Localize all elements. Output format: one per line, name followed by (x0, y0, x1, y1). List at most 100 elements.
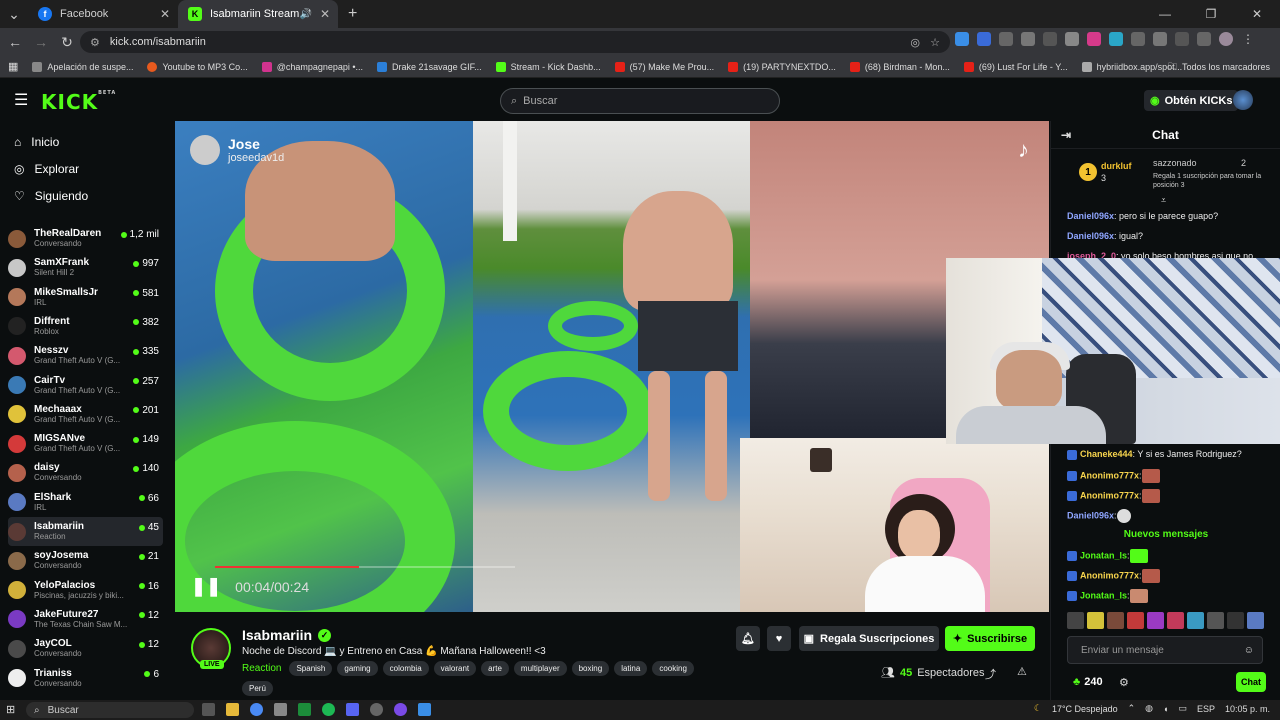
report-icon[interactable]: ⚠ (1017, 665, 1027, 678)
bookmark-item[interactable]: Drake 21savage GIF... (377, 61, 482, 72)
clock[interactable]: 10:05 p. m. (1225, 704, 1270, 714)
sidebar-channel[interactable]: TheRealDaren Conversando 1,2 mil (8, 224, 163, 253)
sidebar-channel[interactable]: SamXFrank Silent Hill 2 997 (8, 253, 163, 282)
close-tab-icon[interactable]: ✕ (160, 7, 170, 21)
reload-icon[interactable]: ↻ (54, 34, 80, 51)
tag-chip[interactable]: valorant (433, 661, 477, 676)
sidebar-channel[interactable]: MIGSANve Grand Theft Auto V (G... 149 (8, 429, 163, 458)
bookmark-item[interactable]: (69) Lust For Life - Y... (963, 61, 1068, 72)
close-tab-icon[interactable]: ✕ (320, 7, 330, 21)
download-icon[interactable] (1197, 32, 1211, 46)
emote-icon[interactable] (1147, 612, 1164, 629)
follow-button[interactable]: ♥ (767, 626, 791, 651)
extension-icon[interactable] (1087, 32, 1101, 46)
forward-icon[interactable]: → (28, 34, 54, 50)
bookmark-item[interactable]: (57) Make Me Prou... (614, 61, 714, 72)
tag-chip[interactable]: multiplayer (513, 661, 567, 676)
tag-chip[interactable]: boxing (571, 661, 610, 676)
tab-kick[interactable]: K Isabmariin Stream - Watch 🔊 ✕ (178, 0, 338, 28)
weather-text[interactable]: 17°C Despejado (1052, 704, 1118, 714)
share-icon[interactable]: ⤴ (985, 666, 996, 682)
bookmark-item[interactable]: (68) Birdman - Mon... (849, 61, 950, 72)
sidebar-channel[interactable]: Trianiss Conversando 6 (8, 664, 163, 693)
emote-icon[interactable] (1247, 612, 1264, 629)
app-icon[interactable] (418, 703, 431, 716)
emote-icon[interactable] (1087, 612, 1104, 629)
video-player[interactable]: Jose joseedav1d ♪ ❚❚ 00:04/00:24 (175, 121, 1049, 612)
tag-chip[interactable]: Spanish (289, 661, 333, 676)
battery-icon[interactable]: ▭ (1178, 703, 1187, 714)
minimize-icon[interactable]: — (1142, 0, 1188, 28)
bookmark-item[interactable]: @champagnepapi •... (261, 61, 363, 72)
extension-icon[interactable] (1131, 32, 1145, 46)
get-kicks-button[interactable]: ◉ Obtén KICKs (1144, 90, 1239, 111)
sidebar-channel[interactable]: Isabmariin Reaction 45 (8, 517, 163, 546)
chrome-icon[interactable] (250, 703, 263, 716)
app-icon[interactable] (274, 703, 287, 716)
close-window-icon[interactable]: ✕ (1234, 0, 1280, 28)
tag-chip[interactable]: colombia (382, 661, 429, 676)
search-input[interactable]: ⌕ Buscar (500, 88, 780, 114)
language-indicator[interactable]: ESP (1197, 704, 1215, 714)
sidebar-channel[interactable]: daisy Conversando 140 (8, 458, 163, 487)
tray-chevron-icon[interactable]: ⌃ (1128, 703, 1136, 714)
discord-icon[interactable] (346, 703, 359, 716)
collapse-chat-icon[interactable]: ⇥ (1061, 128, 1071, 142)
nav-following[interactable]: ♡ Siguiendo (0, 182, 170, 209)
extensions-puzzle-icon[interactable] (1153, 32, 1167, 46)
bookmark-item[interactable]: Stream - Kick Dashb... (495, 61, 601, 72)
hamburger-menu-icon[interactable]: ☰ (14, 90, 28, 110)
all-bookmarks-folder[interactable]: 🗀 Todos los marcadores (1168, 59, 1270, 75)
app-icon[interactable] (370, 703, 383, 716)
audio-icon[interactable]: 🔊 (300, 9, 312, 20)
notifications-button[interactable]: 🔔︎ (736, 626, 760, 651)
sidebar-channel[interactable]: Diffrent Roblox 382 (8, 312, 163, 341)
bookmark-item[interactable]: Apelación de suspe... (32, 61, 133, 72)
chat-message-input[interactable]: Enviar un mensaje ☺ (1067, 636, 1263, 664)
extension-icon[interactable] (1065, 32, 1079, 46)
emote-icon[interactable] (1127, 612, 1144, 629)
extension-icon[interactable] (955, 32, 969, 46)
app-icon[interactable] (394, 703, 407, 716)
emote-icon[interactable] (1067, 612, 1084, 629)
tag-chip[interactable]: Perú (242, 681, 273, 696)
file-explorer-icon[interactable] (226, 703, 239, 716)
extension-icon[interactable] (977, 32, 991, 46)
bookmark-item[interactable]: Youtube to MP3 Co... (147, 61, 248, 72)
emote-icon[interactable] (1207, 612, 1224, 629)
emote-icon[interactable] (1167, 612, 1184, 629)
user-avatar[interactable] (1233, 90, 1253, 110)
apps-grid-icon[interactable]: ▦ (8, 60, 18, 73)
send-chat-button[interactable]: Chat (1236, 672, 1266, 692)
extension-icon[interactable] (1021, 32, 1035, 46)
taskbar-search[interactable]: ⌕ Buscar (26, 702, 194, 718)
restore-icon[interactable]: ❐ (1188, 0, 1234, 28)
nav-explore[interactable]: ◎ Explorar (0, 155, 170, 182)
leader-user[interactable]: durkluf (1101, 161, 1132, 171)
sidebar-channel[interactable]: Nesszv Grand Theft Auto V (G... 335 (8, 341, 163, 370)
sidebar-channel[interactable]: ElShark IRL 66 (8, 488, 163, 517)
bookmark-item[interactable]: (19) PARTYNEXTDO... (728, 61, 836, 72)
emoji-icon[interactable]: ☺ (1244, 645, 1254, 656)
reading-list-icon[interactable] (1175, 32, 1189, 46)
sidebar-channel[interactable]: YeloPalacios Piscinas, jacuzzis y biki...… (8, 576, 163, 605)
emote-icon[interactable] (1227, 612, 1244, 629)
new-tab-button[interactable]: + (338, 5, 367, 23)
volume-icon[interactable]: ◖ (1163, 704, 1168, 714)
url-field[interactable]: ⚙ kick.com/isabmariin ◎ ☆ (80, 31, 950, 53)
video-progress-bar[interactable] (215, 566, 515, 568)
emote-icon[interactable] (1107, 612, 1124, 629)
eye-off-icon[interactable]: ◎ (910, 36, 920, 49)
pause-icon[interactable]: ❚❚ (191, 576, 221, 597)
start-icon[interactable]: ⊞ (6, 703, 15, 716)
site-info-icon[interactable]: ⚙ (90, 36, 100, 49)
tag-chip[interactable]: gaming (337, 661, 378, 676)
emote-icon[interactable] (1187, 612, 1204, 629)
category-link[interactable]: Reaction (242, 663, 281, 674)
xbox-icon[interactable] (298, 703, 311, 716)
sidebar-channel[interactable]: JakeFuture27 The Texas Chain Saw M... 12 (8, 605, 163, 634)
sidebar-channel[interactable]: JayCOL Conversando 12 (8, 634, 163, 663)
sidebar-channel[interactable]: Mechaaax Grand Theft Auto V (G... 201 (8, 400, 163, 429)
network-icon[interactable]: ◍ (1145, 703, 1153, 714)
tag-chip[interactable]: arte (481, 661, 509, 676)
